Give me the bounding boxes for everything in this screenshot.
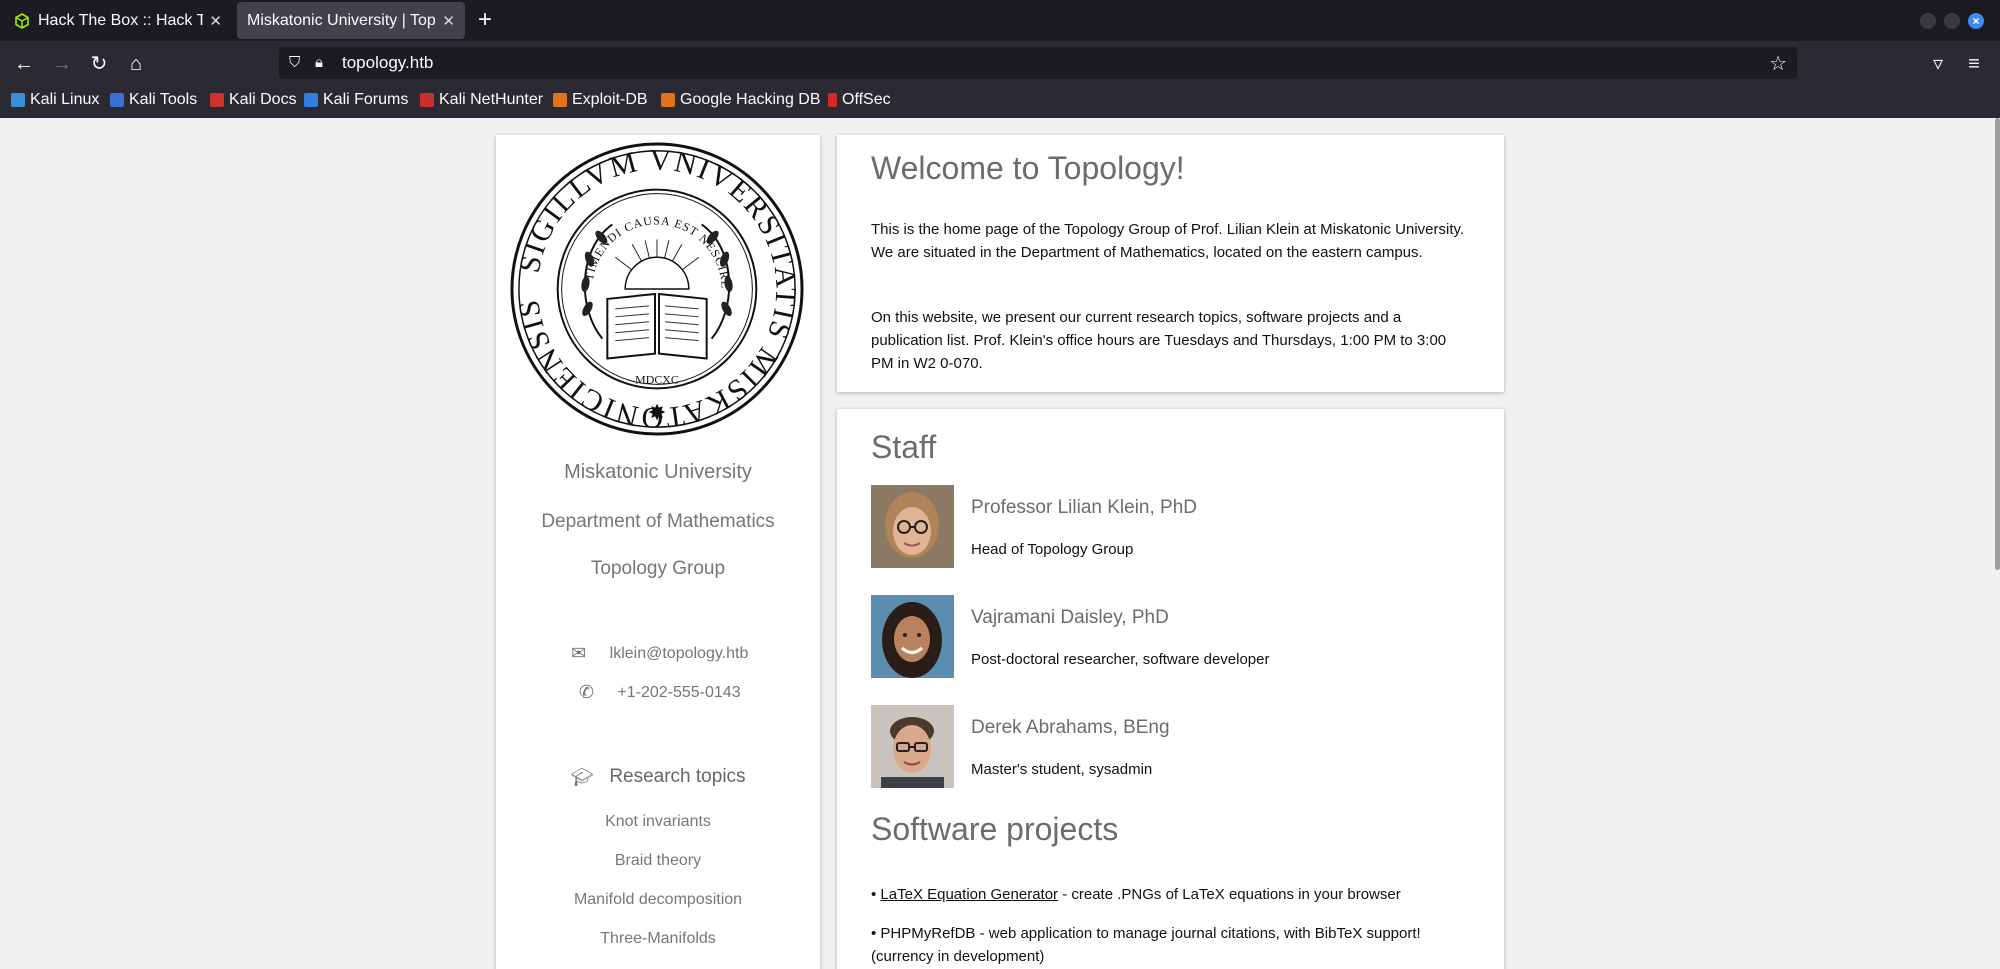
project-item: • LaTeX Equation Generator - create .PNG… <box>871 883 1471 906</box>
phone-text: +1-202-555-0143 <box>617 683 741 701</box>
staff-name: Professor Lilian Klein, PhD <box>971 497 1197 518</box>
forward-arrow-icon[interactable]: → <box>50 52 74 76</box>
staff-photo-avatar <box>871 485 954 568</box>
kali-docs-icon <box>210 93 224 107</box>
staff-title: Staff <box>871 429 937 465</box>
bookmark-label: Google Hacking DB <box>680 91 821 108</box>
bookmark-google-hacking-db[interactable]: Google Hacking DB <box>661 91 821 109</box>
tab-title: Miskatonic University | Topology Group <box>247 11 436 29</box>
bookmark-kali-linux[interactable]: Kali Linux <box>11 91 99 109</box>
ghdb-icon <box>661 93 675 107</box>
bullet: • <box>871 925 881 942</box>
staff-card: Staff Professor Lilian Klein, PhD Head o… <box>837 409 1504 969</box>
phone-contact: ✆ +1-202-555-0143 <box>496 682 820 703</box>
back-arrow-icon[interactable]: ← <box>12 52 36 76</box>
group-name: Topology Group <box>590 558 726 579</box>
tab-title: Hack The Box :: Hack The Box <box>38 11 204 29</box>
page-scrollbar[interactable] <box>1995 118 2000 570</box>
software-projects-title: Software projects <box>871 811 1119 847</box>
bookmark-label: Kali Forums <box>323 91 409 108</box>
phone-icon: ✆ <box>578 682 594 702</box>
staff-role: Post-doctoral researcher, software devel… <box>971 651 1270 668</box>
minimize-button[interactable] <box>1920 13 1936 29</box>
shield-icon[interactable]: ⛉ <box>289 54 300 71</box>
bookmarks-bar: Kali Linux Kali Tools Kali Docs Kali For… <box>0 88 2000 118</box>
staff-member: Derek Abrahams, BEng Master's student, s… <box>871 705 1471 789</box>
project-description: PHPMyRefDB - web application to manage j… <box>871 925 1421 965</box>
seal-year: MDCXC <box>635 372 679 386</box>
bookmark-kali-forums[interactable]: Kali Forums <box>304 91 408 109</box>
university-name: Miskatonic University <box>564 461 752 483</box>
graduation-cap-icon: 🎓︎ <box>570 766 594 787</box>
nethunter-icon <box>420 93 434 107</box>
close-window-button[interactable]: × <box>1968 13 1984 29</box>
bullet: • <box>871 886 881 903</box>
page-viewport: SIGILLVM VNIVERSITATIS MISKATONICIENSIS … <box>0 118 2000 969</box>
kali-dragon-icon <box>11 93 25 107</box>
welcome-paragraph-1: This is the home page of the Topology Gr… <box>871 221 1465 261</box>
reload-icon[interactable]: ↻ <box>87 52 111 76</box>
htb-cube-icon <box>15 12 29 29</box>
bookmark-label: Kali NetHunter <box>439 91 544 108</box>
bookmark-label: Exploit-DB <box>572 91 648 108</box>
home-icon[interactable]: ⌂ <box>124 52 148 76</box>
welcome-card: Welcome to Topology! This is the home pa… <box>837 135 1504 392</box>
bookmark-label: Kali Docs <box>229 91 297 108</box>
staff-name: Derek Abrahams, BEng <box>971 717 1170 738</box>
seal-star-icon: ✸ <box>648 401 666 426</box>
project-description: - create .PNGs of LaTeX equations in you… <box>1058 886 1401 903</box>
tab-hackthebox[interactable]: Hack The Box :: Hack The Box ✕ <box>4 2 232 39</box>
bookmark-label: Kali Tools <box>129 91 198 108</box>
bookmark-star-icon[interactable]: ☆ <box>1769 51 1787 76</box>
tab-bar: Hack The Box :: Hack The Box ✕ Miskatoni… <box>0 0 2000 41</box>
menu-icon[interactable]: ≡ <box>1962 52 1986 76</box>
pocket-icon[interactable]: ▿ <box>1926 52 1950 76</box>
university-seal-logo: SIGILLVM VNIVERSITATIS MISKATONICIENSIS … <box>510 142 804 436</box>
offsec-icon <box>828 93 837 107</box>
bookmark-kali-docs[interactable]: Kali Docs <box>210 91 297 109</box>
maximize-button[interactable] <box>1944 13 1960 29</box>
bookmark-kali-tools[interactable]: Kali Tools <box>110 91 197 109</box>
staff-role: Master's student, sysadmin <box>971 761 1153 778</box>
url-text[interactable]: topology.htb <box>342 53 433 73</box>
bookmark-label: Kali Linux <box>30 91 100 108</box>
topic-item[interactable]: Knot invariants <box>496 813 820 831</box>
new-tab-button[interactable]: + <box>478 8 492 32</box>
staff-photo-avatar <box>871 595 954 678</box>
tab-topology[interactable]: Miskatonic University | Topology Group ✕ <box>237 2 465 39</box>
staff-member: Professor Lilian Klein, PhD Head of Topo… <box>871 485 1471 569</box>
bookmark-kali-nethunter[interactable]: Kali NetHunter <box>420 91 543 109</box>
topic-item[interactable]: Three-Manifolds <box>496 930 820 948</box>
research-heading-text: Research topics <box>609 766 746 787</box>
staff-role: Head of Topology Group <box>971 541 1134 558</box>
close-tab-icon[interactable]: ✕ <box>209 12 222 30</box>
navigation-bar: ← → ↻ ⌂ ⛉ 🔒︎ topology.htb ☆ ▿ ≡ <box>0 41 2000 88</box>
kali-forums-icon <box>304 93 318 107</box>
bookmark-label: OffSec <box>842 91 891 108</box>
project-item: • PHPMyRefDB - web application to manage… <box>871 922 1471 968</box>
email-text[interactable]: lklein@topology.htb <box>610 645 749 663</box>
sidebar: SIGILLVM VNIVERSITATIS MISKATONICIENSIS … <box>496 135 820 969</box>
topic-item[interactable]: Manifold decomposition <box>496 891 820 909</box>
staff-name: Vajramani Daisley, PhD <box>971 607 1169 628</box>
latex-generator-link[interactable]: LaTeX Equation Generator <box>880 886 1058 903</box>
kali-tools-icon <box>110 93 124 107</box>
lock-icon[interactable]: 🔒︎ <box>315 54 323 71</box>
welcome-title: Welcome to Topology! <box>871 150 1185 186</box>
envelope-icon: ✉ <box>571 643 587 663</box>
staff-member: Vajramani Daisley, PhD Post-doctoral res… <box>871 595 1471 679</box>
staff-photo-avatar <box>871 705 954 788</box>
topic-item[interactable]: Braid theory <box>496 852 820 870</box>
welcome-paragraph-2: On this website, we present our current … <box>871 309 1447 372</box>
address-bar[interactable]: ⛉ 🔒︎ topology.htb ☆ <box>279 47 1797 79</box>
bookmark-exploit-db[interactable]: Exploit-DB <box>553 91 648 109</box>
close-tab-icon[interactable]: ✕ <box>442 12 455 30</box>
department-name: Department of Mathematics <box>541 511 775 532</box>
exploit-db-icon <box>553 93 567 107</box>
bookmark-offsec[interactable]: OffSec <box>828 91 891 109</box>
email-contact: ✉ lklein@topology.htb <box>496 643 820 664</box>
research-topics-heading: 🎓︎ Research topics <box>496 766 820 788</box>
